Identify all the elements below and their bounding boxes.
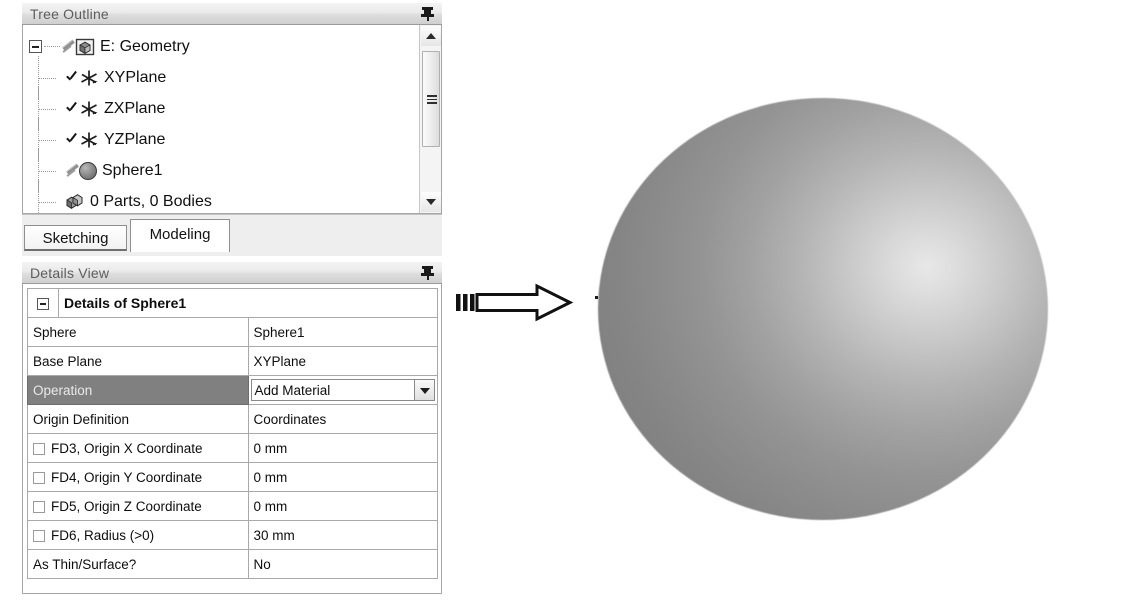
row-property: Origin Definition xyxy=(27,404,249,434)
table-row[interactable]: Base Plane XYPlane xyxy=(27,346,438,376)
viewport-marker-dot xyxy=(595,296,598,299)
row-property: FD4, Origin Y Coordinate xyxy=(51,469,203,485)
tree-item-label: ZXPlane xyxy=(104,99,166,117)
geometry-viewport[interactable] xyxy=(595,98,1048,520)
tab-modeling[interactable]: Modeling xyxy=(130,219,230,252)
scroll-grip-icon xyxy=(427,95,437,104)
tree-item-label: 0 Parts, 0 Bodies xyxy=(90,192,212,210)
details-group-header-row: Details of Sphere1 xyxy=(27,288,438,318)
row-value[interactable]: 0 mm xyxy=(247,433,438,463)
tree-indent-guide xyxy=(29,118,65,161)
tree-item-yzplane[interactable]: YZPlane xyxy=(29,118,419,161)
row-property-cell: FD5, Origin Z Coordinate xyxy=(27,491,249,521)
plane-axes-icon xyxy=(79,69,99,87)
tree-outline-body: E: Geometry XYPlane ZXPlane YZPlane Sphe… xyxy=(22,25,442,214)
tree-indent-guide xyxy=(29,56,65,99)
row-property-cell: FD4, Origin Y Coordinate xyxy=(27,462,249,492)
row-property-cell: FD3, Origin X Coordinate xyxy=(27,433,249,463)
table-row[interactable]: FD6, Radius (>0) 30 mm xyxy=(27,520,438,550)
row-checkbox[interactable] xyxy=(33,529,45,542)
details-view-title: Details View xyxy=(30,264,110,281)
details-view-header: Details View xyxy=(22,262,442,284)
scroll-thumb[interactable] xyxy=(422,51,440,147)
scroll-down-arrow-icon[interactable] xyxy=(421,192,441,212)
details-table: Details of Sphere1 Sphere Sphere1 Base P… xyxy=(27,288,438,579)
pin-icon[interactable] xyxy=(421,6,434,21)
pin-icon[interactable] xyxy=(421,265,434,280)
row-checkbox[interactable] xyxy=(33,500,45,513)
pencil-icon xyxy=(65,163,79,179)
tree-item-xyplane[interactable]: XYPlane xyxy=(29,56,419,99)
tab-sketching[interactable]: Sketching xyxy=(24,225,127,251)
tree-outline-panel: Tree Outline E: Geometry XYPlane ZXPlane… xyxy=(22,3,442,256)
row-property-cell: FD6, Radius (>0) xyxy=(27,520,249,550)
row-value[interactable]: No xyxy=(247,549,438,579)
row-value[interactable]: 0 mm xyxy=(247,462,438,492)
row-property: FD5, Origin Z Coordinate xyxy=(51,498,202,514)
tree-outline-title: Tree Outline xyxy=(30,5,109,22)
tree-item-label: E: Geometry xyxy=(100,37,190,55)
tree-vertical-scrollbar[interactable] xyxy=(419,25,441,213)
tree-item-label: YZPlane xyxy=(104,130,166,148)
collapse-minus-icon[interactable] xyxy=(37,297,49,310)
table-row[interactable]: FD5, Origin Z Coordinate 0 mm xyxy=(27,491,438,521)
table-row[interactable]: FD3, Origin X Coordinate 0 mm xyxy=(27,433,438,463)
shaded-sphere-3d xyxy=(598,98,1048,520)
tree-item-label: Sphere1 xyxy=(102,161,163,179)
tree-indent-guide xyxy=(29,87,65,130)
row-property: Operation xyxy=(27,375,249,405)
tree-scroll-pane: E: Geometry XYPlane ZXPlane YZPlane Sphe… xyxy=(23,25,419,213)
row-checkbox[interactable] xyxy=(33,442,45,455)
tree-tab-strip: Sketching Modeling xyxy=(22,214,442,256)
check-icon xyxy=(65,70,79,86)
table-row[interactable]: FD4, Origin Y Coordinate 0 mm xyxy=(27,462,438,492)
tree-item-parts-bodies[interactable]: 0 Parts, 0 Bodies xyxy=(29,180,419,213)
geometry-cube-icon xyxy=(75,37,95,57)
table-row[interactable]: Origin Definition Coordinates xyxy=(27,404,438,434)
right-arrow-icon xyxy=(455,283,575,323)
check-icon xyxy=(65,101,79,117)
tree-indent-guide xyxy=(29,180,65,213)
row-property: FD3, Origin X Coordinate xyxy=(51,440,203,456)
row-value[interactable]: 0 mm xyxy=(247,491,438,521)
operation-dropdown-value: Add Material xyxy=(254,382,331,398)
tree-item-geometry[interactable]: E: Geometry xyxy=(29,31,419,62)
operation-dropdown[interactable]: Add Material xyxy=(250,379,435,401)
row-property: Sphere xyxy=(27,317,249,347)
row-property: As Thin/Surface? xyxy=(27,549,249,579)
row-checkbox[interactable] xyxy=(33,471,45,484)
chevron-down-icon[interactable] xyxy=(414,380,434,400)
row-value[interactable]: 30 mm xyxy=(247,520,438,550)
plane-axes-icon xyxy=(79,131,99,149)
details-view-body: Details of Sphere1 Sphere Sphere1 Base P… xyxy=(22,284,442,594)
bodies-cube-icon xyxy=(65,193,85,211)
row-value[interactable]: Coordinates xyxy=(247,404,438,434)
collapse-minus-icon[interactable] xyxy=(29,40,42,53)
group-title: Details of Sphere1 xyxy=(58,288,438,318)
scroll-up-arrow-icon[interactable] xyxy=(421,26,441,46)
plane-axes-icon xyxy=(79,100,99,118)
tree-item-label: XYPlane xyxy=(104,68,167,86)
check-icon xyxy=(65,132,79,148)
tree-item-sphere1[interactable]: Sphere1 xyxy=(29,149,419,192)
tree-connector xyxy=(44,45,60,48)
group-collapse-cell[interactable] xyxy=(27,288,59,318)
pencil-icon xyxy=(61,39,75,55)
tree-outline-header: Tree Outline xyxy=(22,3,442,25)
row-property: FD6, Radius (>0) xyxy=(51,527,155,543)
row-value-cell[interactable]: Add Material xyxy=(247,375,438,405)
row-value[interactable]: XYPlane xyxy=(247,346,438,376)
table-row-operation[interactable]: Operation Add Material xyxy=(27,375,438,405)
table-row[interactable]: As Thin/Surface? No xyxy=(27,549,438,579)
tree-indent-guide xyxy=(29,149,65,192)
sphere-icon xyxy=(79,161,97,180)
details-view-panel: Details View Details of Sphere1 Sphere S… xyxy=(22,262,442,594)
row-property: Base Plane xyxy=(27,346,249,376)
table-row[interactable]: Sphere Sphere1 xyxy=(27,317,438,347)
tree-item-zxplane[interactable]: ZXPlane xyxy=(29,87,419,130)
row-value[interactable]: Sphere1 xyxy=(247,317,438,347)
